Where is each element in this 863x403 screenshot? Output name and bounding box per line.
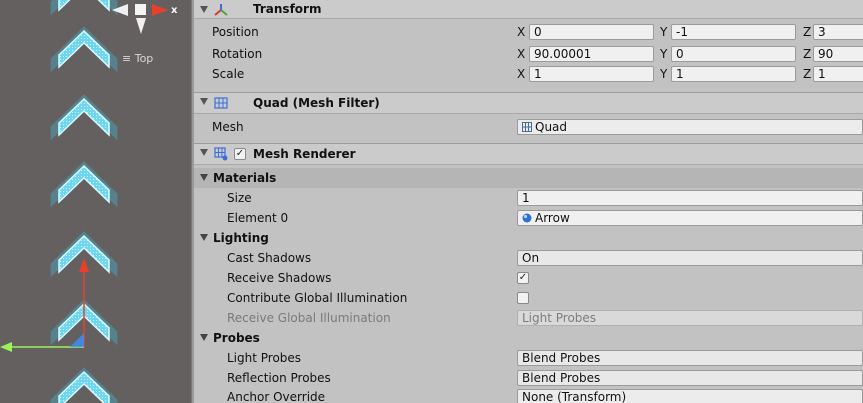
rotation-z-field[interactable]: 90 [813,46,863,62]
orientation-down-cone [136,18,146,34]
rotation-row: Rotation X 90.00001 Y 0 Z 90 [194,44,863,64]
cast-shadows-label: Cast Shadows [227,251,312,265]
receive-shadows-row: Receive Shadows ✓ [194,268,863,288]
mesh-renderer-icon [214,147,228,161]
arrow-quad [49,0,119,17]
mesh-row: Mesh Quad [194,117,863,137]
size-label: Size [227,191,252,205]
receive-gi-dropdown: Light Probes [517,310,863,326]
arrow-quad [49,366,119,403]
scale-label: Scale [212,67,245,81]
orientation-x-cone [152,4,168,16]
axis-z-label: Z [803,67,812,81]
position-y-field[interactable]: -1 [671,24,796,40]
anchor-override-label: Anchor Override [227,390,326,403]
transform-header[interactable]: Transform [194,0,863,19]
reflection-probes-dropdown[interactable]: Blend Probes [517,370,863,386]
gizmo-plane-handle [70,333,84,347]
scale-y-field[interactable]: 1 [671,66,796,82]
foldout-icon[interactable] [200,98,208,105]
mesh-filter-title: Quad (Mesh Filter) [253,96,380,110]
rotation-y-field[interactable]: 0 [671,46,796,62]
contribute-gi-label: Contribute Global Illumination [227,291,408,305]
scale-x-field[interactable]: 1 [529,66,654,82]
materials-size-field[interactable]: 1 [517,190,863,206]
scene-view[interactable]: x ≡ Top [0,0,191,403]
receive-gi-row: Receive Global Illumination Light Probes [194,308,863,328]
arrow-quad [49,93,119,142]
element0-label: Element 0 [227,211,289,225]
materials-size-row: Size 1 [194,188,863,208]
mesh-renderer-header[interactable]: ✓ Mesh Renderer [194,143,863,165]
element0-object-field[interactable]: Arrow [517,210,863,226]
receive-shadows-checkbox[interactable]: ✓ [517,272,529,284]
orientation-center-cube [135,4,146,15]
reflection-probes-label: Reflection Probes [227,371,331,385]
arrow-quad [49,160,119,209]
axis-y-label: Y [660,47,668,61]
element0-row: Element 0 Arrow [194,208,863,228]
mesh-renderer-title: Mesh Renderer [253,147,356,161]
axis-x-label: X [517,25,526,39]
position-label: Position [212,25,259,39]
scale-z-field[interactable]: 1 [813,66,863,82]
axis-z-label: Z [803,47,812,61]
foldout-icon[interactable] [200,149,208,156]
gizmo-x-arrow [0,342,12,352]
foldout-icon[interactable] [200,234,208,241]
foldout-icon[interactable] [200,174,208,181]
axis-z-label: Z [803,25,812,39]
lighting-header: Lighting [213,231,269,245]
mesh-icon [522,122,532,132]
axis-y-label: Y [660,25,668,39]
anchor-override-field[interactable]: None (Transform) [517,389,863,403]
mesh-value: Quad [535,120,568,134]
contribute-gi-checkbox[interactable] [517,292,529,304]
inspector-panel: Transform Position X 0 Y -1 Z 3 Rotation… [194,0,863,403]
position-row: Position X 0 Y -1 Z 3 [194,22,863,42]
arrow-quad [49,25,119,74]
hamburger-icon: ≡ [122,52,135,65]
axis-x-label: X [517,67,526,81]
mesh-filter-icon [214,97,228,109]
anchor-override-row: Anchor Override None (Transform) [194,387,863,403]
cast-shadows-row: Cast Shadows On [194,248,863,268]
materials-foldout[interactable]: Materials [194,168,863,188]
materials-header: Materials [213,171,277,185]
view-label-text: Top [134,52,154,65]
scene-canvas: x [0,0,178,403]
view-label: ≡ Top [122,52,153,65]
axis-x-label: X [517,47,526,61]
position-x-field[interactable]: 0 [529,24,654,40]
foldout-icon[interactable] [200,6,208,13]
transform-icon [214,4,228,16]
lighting-foldout[interactable]: Lighting [194,228,863,248]
probes-header: Probes [213,331,260,345]
mesh-label: Mesh [212,120,244,134]
cast-shadows-dropdown[interactable]: On [517,250,863,266]
contribute-gi-row: Contribute Global Illumination [194,288,863,308]
rotation-x-field[interactable]: 90.00001 [529,46,654,62]
transform-title: Transform [253,2,322,16]
rotation-label: Rotation [212,47,263,61]
orientation-x-label: x [171,5,178,16]
receive-shadows-label: Receive Shadows [227,271,332,285]
probes-foldout[interactable]: Probes [194,328,863,348]
position-z-field[interactable]: 3 [813,24,863,40]
material-icon [522,213,532,223]
reflection-probes-row: Reflection Probes Blend Probes [194,368,863,388]
gizmo-y-arrow [79,258,89,272]
light-probes-dropdown[interactable]: Blend Probes [517,350,863,366]
axis-y-label: Y [660,67,668,81]
element0-value: Arrow [535,211,570,225]
mesh-renderer-enabled-checkbox[interactable]: ✓ [234,148,246,160]
mesh-filter-header[interactable]: Quad (Mesh Filter) [194,92,863,114]
receive-gi-label: Receive Global Illumination [227,311,391,325]
foldout-icon[interactable] [200,334,208,341]
mesh-object-field[interactable]: Quad [517,119,863,135]
light-probes-label: Light Probes [227,351,302,365]
scale-row: Scale X 1 Y 1 Z 1 [194,64,863,84]
light-probes-row: Light Probes Blend Probes [194,348,863,368]
